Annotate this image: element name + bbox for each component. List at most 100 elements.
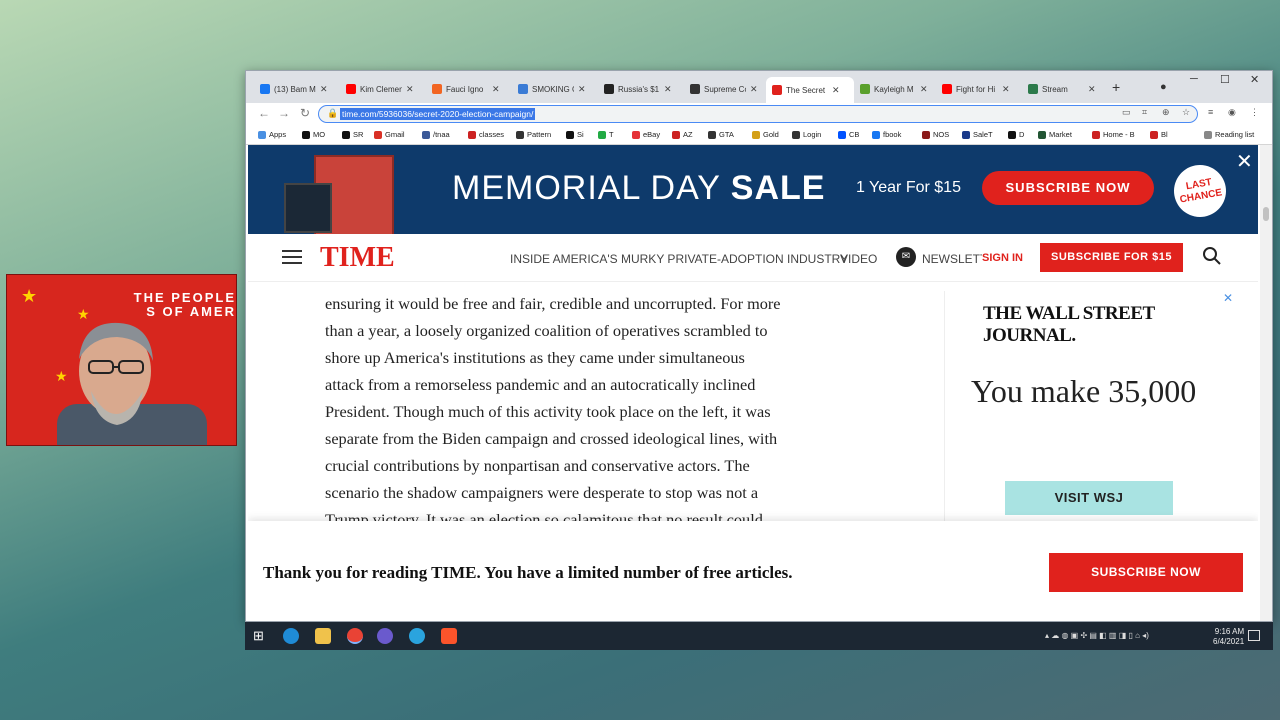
- bookmark-icon: [792, 130, 800, 139]
- site-icon: [860, 84, 870, 94]
- scrollbar[interactable]: [1260, 145, 1272, 621]
- bookmark-item[interactable]: /tnaa: [422, 130, 450, 139]
- nav-link-feature[interactable]: INSIDE AMERICA'S MURKY PRIVATE-ADOPTION …: [510, 252, 848, 266]
- sign-in-link[interactable]: SIGN IN: [982, 252, 1023, 264]
- lock-icon[interactable]: 🔒: [327, 108, 338, 119]
- tab-7[interactable]: Kayleigh M ✕: [854, 79, 938, 99]
- article-line: attack from a remorseless pandemic and a…: [325, 375, 756, 394]
- tab-4[interactable]: Russia's $1 ✕: [598, 79, 682, 99]
- tab-6-active[interactable]: The Secret ✕: [766, 77, 854, 103]
- brave-icon[interactable]: [441, 628, 457, 644]
- close-tab-icon[interactable]: ✕: [920, 84, 928, 95]
- close-tab-icon[interactable]: ✕: [664, 84, 672, 95]
- close-tab-icon[interactable]: ✕: [1002, 84, 1010, 95]
- tab-5[interactable]: Supreme Co ✕: [684, 79, 768, 99]
- chrome-icon[interactable]: [347, 628, 363, 644]
- reload-icon[interactable]: ↻: [300, 106, 310, 120]
- close-tab-icon[interactable]: ✕: [406, 84, 414, 95]
- file-explorer-icon[interactable]: [315, 628, 331, 644]
- extension-icon[interactable]: ⌗: [1142, 107, 1147, 118]
- subscribe-header-button[interactable]: SUBSCRIBE FOR $15: [1040, 243, 1183, 272]
- tab-1[interactable]: Kim Clemen ✕: [340, 79, 424, 99]
- tab-8[interactable]: Fight for Hi ✕: [936, 79, 1020, 99]
- bookmark-gmail[interactable]: Gmail: [374, 130, 405, 139]
- forward-icon[interactable]: →: [278, 106, 290, 120]
- telegram-icon[interactable]: [409, 628, 425, 644]
- ad-visit-button[interactable]: VISIT WSJ: [1005, 481, 1173, 515]
- bookmark-item[interactable]: GTA: [708, 130, 734, 139]
- maximize-button[interactable]: ☐: [1220, 73, 1230, 86]
- scrollbar-thumb[interactable]: [1263, 207, 1269, 221]
- back-icon[interactable]: ←: [258, 106, 270, 120]
- time-logo[interactable]: TIME: [320, 242, 395, 274]
- bookmark-icon: [1008, 130, 1016, 139]
- bookmark-item[interactable]: CB: [838, 130, 859, 139]
- site-icon: [690, 84, 700, 94]
- notification-icon[interactable]: [1248, 630, 1260, 641]
- article-line: scenario the shadow campaigners were des…: [325, 483, 759, 502]
- toolbar: ← → ↻ 🔒 time.com/5936036/secret-2020-ele…: [246, 103, 1272, 125]
- tab-9[interactable]: Stream ✕: [1022, 79, 1102, 99]
- close-tab-icon[interactable]: ✕: [320, 84, 328, 95]
- newsletter-icon[interactable]: ✉: [896, 247, 916, 267]
- taskbar-clock[interactable]: 9:16 AM 6/4/2021: [1213, 627, 1244, 647]
- close-window-button[interactable]: ✕: [1250, 73, 1259, 86]
- bookmark-icon: [838, 130, 846, 139]
- tab-2[interactable]: Fauci Igno ✕: [426, 79, 510, 99]
- bookmark-item[interactable]: Si: [566, 130, 584, 139]
- bookmark-apps[interactable]: Apps: [258, 130, 286, 139]
- article-line: than a year, a loosely organized coaliti…: [325, 321, 768, 340]
- promo-subscribe-button[interactable]: SUBSCRIBE NOW: [982, 171, 1154, 205]
- system-tray-icons[interactable]: ▴ ☁ ◍ ▣ ✣ ▤ ◧ ▥ ◨ ▯ ⌂ ◂): [1045, 631, 1149, 640]
- reading-list[interactable]: Reading list: [1204, 130, 1254, 139]
- close-tab-icon[interactable]: ✕: [832, 85, 840, 96]
- profile-icon[interactable]: ●: [1160, 81, 1167, 93]
- bookmark-star-icon[interactable]: ☆: [1182, 107, 1190, 118]
- wsj-advertisement[interactable]: ✕ THE WALL STREET JOURNAL. You make 35,0…: [944, 291, 1234, 523]
- nav-link-video[interactable]: VIDEO: [840, 252, 877, 266]
- bookmark-item[interactable]: Login: [792, 130, 821, 139]
- bookmark-item[interactable]: SaleT: [962, 130, 993, 139]
- bookmark-item[interactable]: Bl: [1150, 130, 1168, 139]
- bookmark-item[interactable]: SR: [342, 130, 363, 139]
- bookmark-item[interactable]: NOS: [922, 130, 949, 139]
- reading-mode-icon[interactable]: ≡: [1208, 107, 1213, 117]
- paywall-subscribe-button[interactable]: SUBSCRIBE NOW: [1049, 553, 1243, 592]
- bookmark-item[interactable]: classes: [468, 130, 504, 139]
- bookmark-facebook[interactable]: fbook: [872, 130, 901, 139]
- bookmark-icon: [1150, 130, 1158, 139]
- bookmark-item[interactable]: Market: [1038, 130, 1072, 139]
- tab-0[interactable]: (13) Bam M ✕: [254, 79, 338, 99]
- nav-link-newsletters[interactable]: NEWSLETTERS: [922, 252, 982, 266]
- site-icon: [604, 84, 614, 94]
- bookmark-item[interactable]: T: [598, 130, 614, 139]
- close-tab-icon[interactable]: ✕: [578, 84, 586, 95]
- cast-icon[interactable]: ▭: [1122, 107, 1131, 118]
- bookmark-item[interactable]: Gold: [752, 130, 779, 139]
- minimize-button[interactable]: ─: [1190, 73, 1198, 85]
- account-icon[interactable]: ◉: [1228, 107, 1236, 118]
- search-icon[interactable]: [1202, 246, 1222, 266]
- close-tab-icon[interactable]: ✕: [1088, 84, 1096, 95]
- app-icon[interactable]: [377, 628, 393, 644]
- bookmark-item[interactable]: D: [1008, 130, 1024, 139]
- close-icon[interactable]: ✕: [1236, 149, 1253, 174]
- close-tab-icon[interactable]: ✕: [492, 84, 500, 95]
- menu-icon[interactable]: ⋮: [1250, 107, 1259, 118]
- gmail-icon: [374, 130, 382, 139]
- hamburger-menu-icon[interactable]: [282, 250, 302, 268]
- bookmark-item[interactable]: AZ: [672, 130, 693, 139]
- close-tab-icon[interactable]: ✕: [750, 84, 758, 95]
- url-text[interactable]: time.com/5936036/secret-2020-election-ca…: [340, 108, 536, 120]
- bookmark-item[interactable]: Home - B: [1092, 130, 1135, 139]
- bookmark-item[interactable]: MO: [302, 130, 325, 139]
- zoom-icon[interactable]: ⊕: [1162, 107, 1170, 118]
- bookmark-icon: [962, 130, 970, 139]
- bookmark-ebay[interactable]: eBay: [632, 130, 660, 139]
- bookmark-item[interactable]: Pattern: [516, 130, 551, 139]
- edge-icon[interactable]: [283, 628, 299, 644]
- new-tab-button[interactable]: +: [1112, 79, 1120, 95]
- start-icon[interactable]: ⊞: [253, 628, 269, 644]
- address-bar[interactable]: 🔒 time.com/5936036/secret-2020-election-…: [318, 105, 1198, 123]
- tab-3[interactable]: SMOKING G ✕: [512, 79, 596, 99]
